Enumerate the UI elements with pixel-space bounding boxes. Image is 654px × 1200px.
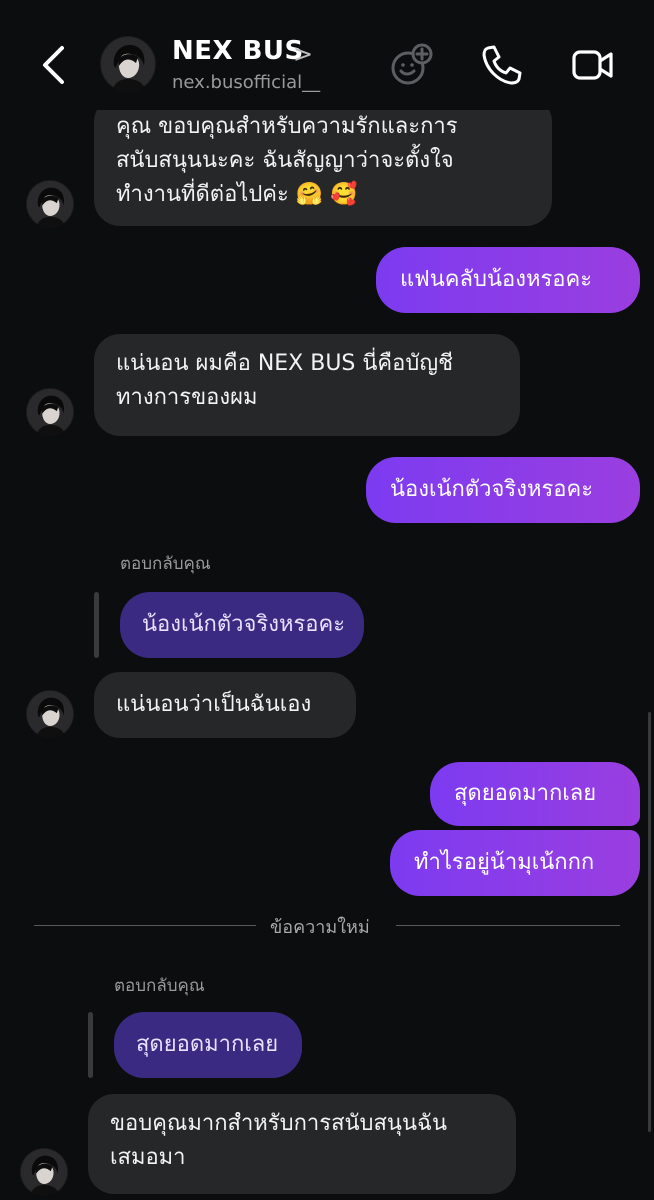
message-text: สุดยอดมากเลย — [454, 781, 597, 806]
message-line: เสมอมา — [110, 1145, 186, 1170]
incoming-message[interactable]: คุณ ขอบคุณสำหรับความรักและการ สนับสนุนนะ… — [94, 96, 552, 226]
voice-call-button[interactable] — [478, 42, 524, 88]
phone-icon — [482, 45, 522, 85]
scrollbar[interactable] — [648, 712, 651, 1132]
avatar — [26, 690, 74, 738]
sticker-button[interactable] — [388, 42, 434, 88]
message-text: แฟนคลับน้องหรอคะ — [400, 267, 593, 292]
message-text: แน่นอนว่าเป็นฉันเอง — [116, 692, 312, 717]
video-icon — [572, 50, 613, 80]
header-avatar[interactable] — [100, 36, 156, 92]
message-line: แน่นอน ผมคือ NEX BUS นี่คือบัญชี — [116, 351, 454, 376]
reply-bar — [88, 1012, 93, 1078]
sticker-icon — [391, 43, 433, 85]
avatar — [26, 388, 74, 436]
message-line: สนับสนุนนะคะ ฉันสัญญาว่าจะตั้งใจ — [116, 148, 454, 173]
divider-line — [34, 925, 256, 926]
avatar — [100, 36, 156, 92]
message-text: ทำไรอยู่น้ามุเน้กกก — [414, 850, 595, 875]
incoming-message[interactable]: แน่นอน ผมคือ NEX BUS นี่คือบัญชี ทางการข… — [94, 334, 520, 436]
sender-avatar[interactable] — [20, 1148, 68, 1196]
quoted-message[interactable]: น้องเน้กตัวจริงหรอคะ — [120, 592, 364, 658]
outgoing-message[interactable]: แฟนคลับน้องหรอคะ — [376, 247, 640, 313]
video-call-button[interactable] — [570, 42, 616, 88]
message-line: ทำงานที่ดีต่อไปค่ะ 🤗 🥰 — [116, 182, 358, 207]
divider-line — [396, 925, 620, 926]
chevron-right-icon[interactable]: > — [293, 40, 313, 68]
quoted-text: สุดยอดมากเลย — [136, 1032, 279, 1057]
reply-bar — [94, 592, 99, 658]
reply-label: ตอบกลับคุณ — [120, 554, 211, 574]
message-line: ขอบคุณมากสำหรับการสนับสนุนฉัน — [110, 1111, 448, 1136]
new-messages-divider: ข้อความใหม่ — [270, 917, 370, 938]
contact-handle: nex.busofficial__ — [172, 72, 321, 93]
avatar — [20, 1148, 68, 1196]
outgoing-message[interactable]: น้องเน้กตัวจริงหรอคะ — [366, 457, 640, 523]
quoted-text: น้องเน้กตัวจริงหรอคะ — [142, 612, 346, 637]
outgoing-message[interactable]: สุดยอดมากเลย — [430, 762, 640, 826]
quoted-message[interactable]: สุดยอดมากเลย — [114, 1012, 302, 1078]
message-line: คุณ ขอบคุณสำหรับความรักและการ — [116, 114, 458, 139]
incoming-message[interactable]: แน่นอนว่าเป็นฉันเอง — [94, 672, 356, 738]
reply-label: ตอบกลับคุณ — [114, 976, 205, 996]
incoming-message[interactable]: ขอบคุณมากสำหรับการสนับสนุนฉัน เสมอมา — [88, 1094, 516, 1194]
back-chevron-icon — [43, 46, 64, 84]
outgoing-message[interactable]: ทำไรอยู่น้ามุเน้กกก — [390, 830, 640, 896]
avatar — [26, 180, 74, 228]
message-text: น้องเน้กตัวจริงหรอคะ — [390, 477, 594, 502]
sender-avatar[interactable] — [26, 388, 74, 436]
back-button[interactable] — [36, 44, 72, 86]
chat-header: NEX BUS > nex.busofficial__ — [0, 0, 654, 110]
message-line: ทางการของผม — [116, 385, 258, 410]
contact-name[interactable]: NEX BUS — [172, 36, 304, 66]
sender-avatar[interactable] — [26, 690, 74, 738]
sender-avatar[interactable] — [26, 180, 74, 228]
